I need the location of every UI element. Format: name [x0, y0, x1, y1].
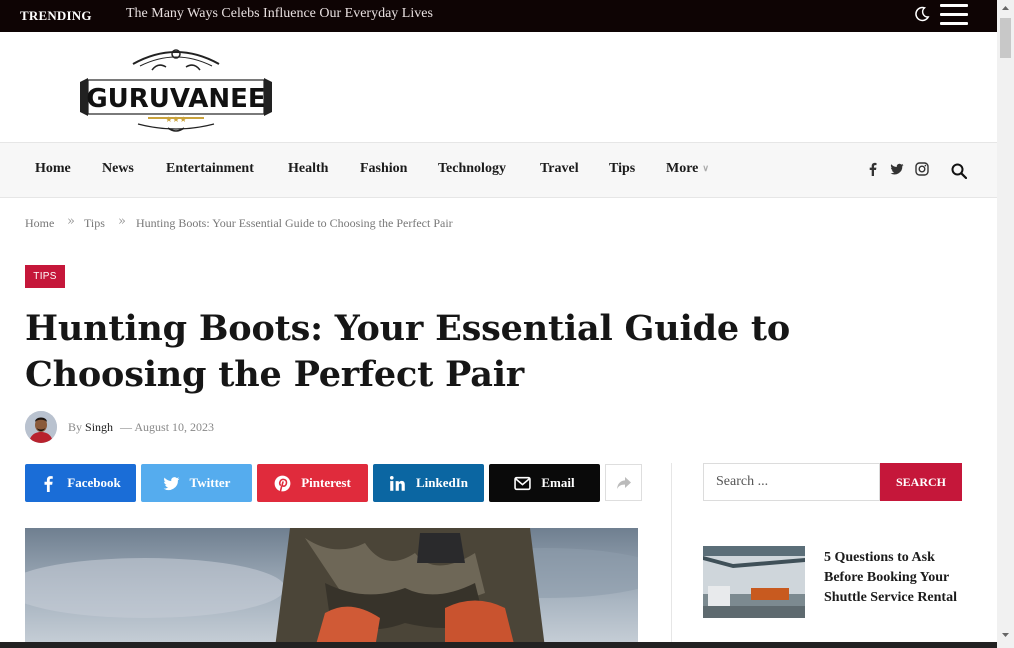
- page: TRENDING The Many Ways Celebs Influence …: [0, 0, 997, 648]
- share-arrow-icon: [616, 476, 631, 489]
- nav-item-health[interactable]: Health: [288, 161, 328, 177]
- facebook-icon: [44, 475, 54, 492]
- trending-headline-link[interactable]: The Many Ways Celebs Influence Our Every…: [126, 6, 433, 22]
- pinterest-icon: [274, 475, 291, 492]
- article-meta: By Singh — August 10, 2023: [68, 420, 214, 435]
- nav-item-tips[interactable]: Tips: [609, 161, 635, 177]
- linkedin-icon: [389, 475, 405, 491]
- article-hero-image: [25, 528, 638, 648]
- trending-label: TRENDING: [20, 8, 92, 23]
- nav-item-entertainment[interactable]: Entertainment: [166, 161, 254, 177]
- share-linkedin-label: LinkedIn: [415, 475, 469, 490]
- share-more-button[interactable]: [605, 464, 642, 501]
- nav-item-more-label: More: [666, 161, 699, 176]
- share-pinterest-label: Pinterest: [301, 475, 351, 490]
- site-logo[interactable]: GURUVANEE ★★★: [78, 42, 274, 132]
- share-facebook-button[interactable]: Facebook: [25, 464, 136, 502]
- share-twitter-label: Twitter: [189, 475, 231, 490]
- breadcrumb-current: Hunting Boots: Your Essential Guide to C…: [136, 216, 453, 230]
- nav-item-more[interactable]: More ∨: [666, 161, 709, 177]
- category-badge[interactable]: TIPS: [25, 265, 65, 288]
- nav-item-news[interactable]: News: [102, 161, 134, 177]
- breadcrumb-separator: »: [67, 214, 75, 229]
- hamburger-menu-icon[interactable]: [940, 4, 968, 26]
- by-label: By: [68, 420, 83, 434]
- scroll-up-arrow-icon[interactable]: [997, 1, 1014, 15]
- main-nav: Home News Entertainment Health Fashion T…: [0, 142, 997, 198]
- sidebar-search-input[interactable]: Search ...: [703, 463, 880, 501]
- share-pinterest-button[interactable]: Pinterest: [257, 464, 368, 502]
- share-email-label: Email: [541, 475, 575, 490]
- nav-item-home[interactable]: Home: [35, 161, 71, 177]
- twitter-icon[interactable]: [890, 162, 904, 176]
- article-title: Hunting Boots: Your Essential Guide to C…: [25, 308, 791, 395]
- nav-item-fashion[interactable]: Fashion: [360, 161, 407, 177]
- nav-item-technology[interactable]: Technology: [438, 161, 506, 177]
- post-thumbnail[interactable]: [703, 546, 805, 618]
- email-icon: [514, 476, 532, 490]
- sidebar-post-title-link[interactable]: 5 Questions to Ask Before Booking Your S…: [824, 548, 974, 608]
- share-facebook-label: Facebook: [67, 475, 121, 490]
- date-separator: —: [120, 420, 133, 434]
- author-link[interactable]: Singh: [85, 420, 113, 434]
- share-email-button[interactable]: Email: [489, 464, 600, 502]
- svg-text:★★★: ★★★: [165, 115, 187, 124]
- vertical-scrollbar[interactable]: [997, 0, 1014, 648]
- bottom-edge-bar: [0, 642, 997, 648]
- chevron-down-icon: ∨: [702, 163, 709, 174]
- sidebar-divider: [671, 463, 672, 648]
- nav-item-travel[interactable]: Travel: [540, 161, 579, 177]
- author-avatar[interactable]: [25, 411, 57, 443]
- instagram-icon[interactable]: [915, 162, 929, 176]
- scroll-down-arrow-icon[interactable]: [997, 628, 1014, 642]
- dark-mode-icon[interactable]: [914, 6, 930, 22]
- svg-text:GURUVANEE: GURUVANEE: [86, 84, 265, 114]
- scrollbar-thumb[interactable]: [1000, 18, 1011, 58]
- breadcrumb-tips[interactable]: Tips: [84, 216, 105, 231]
- facebook-icon[interactable]: [866, 162, 880, 176]
- breadcrumb-separator: »: [118, 214, 126, 229]
- top-bar: TRENDING The Many Ways Celebs Influence …: [0, 0, 997, 32]
- breadcrumb-home[interactable]: Home: [25, 216, 54, 231]
- share-linkedin-button[interactable]: LinkedIn: [373, 464, 484, 502]
- twitter-icon: [163, 476, 179, 490]
- share-twitter-button[interactable]: Twitter: [141, 464, 252, 502]
- publish-date: August 10, 2023: [134, 420, 215, 434]
- sidebar-search-button[interactable]: SEARCH: [880, 463, 962, 501]
- search-icon[interactable]: [951, 163, 967, 179]
